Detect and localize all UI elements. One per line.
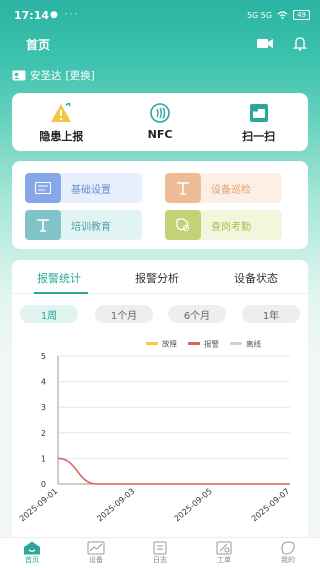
hazard-report-label: 隐患上报 [39, 130, 84, 143]
nav-mine-label: 我的 [281, 556, 295, 564]
nfc-label: NFC [147, 128, 173, 141]
basic-settings-button[interactable]: 基础设置 [25, 173, 142, 203]
legend-swatch-0 [146, 342, 158, 345]
nav-workorder[interactable]: 工单 [192, 538, 256, 568]
notification-icons: ● ··· [50, 10, 80, 20]
workorder-icon [216, 541, 232, 555]
page-title: 首页 [26, 38, 51, 52]
training-button[interactable]: 培训教育 [25, 210, 142, 240]
legend-label-1: 报警 [204, 339, 219, 349]
stats-tabs: 报警统计 报警分析 设备状态 [12, 260, 308, 294]
nav-device[interactable]: 设备 [64, 538, 128, 568]
x-tick-2025-09-05: 2025-09-05 [173, 487, 214, 524]
nav-log-label: 日志 [153, 556, 167, 564]
nav-home[interactable]: 首页 [0, 538, 64, 568]
y-tick-4: 4 [41, 378, 46, 387]
status-bar: 17:14 ● ··· 5G 5G 49 [0, 0, 320, 30]
tab-alarm-stats[interactable]: 报警统计 [37, 270, 81, 286]
user-name: 安圣达 [30, 69, 62, 82]
device-inspection-button[interactable]: 设备巡检 [165, 173, 282, 203]
legend-label-0: 故障 [162, 339, 177, 349]
legend-label-2: 离线 [246, 339, 261, 349]
signal-icon: 5G 5G [246, 10, 273, 20]
x-tick-2025-09-07: 2025-09-07 [250, 487, 291, 524]
switch-user-link[interactable]: [更换] [66, 68, 95, 83]
status-right: 5G 5G 49 [247, 10, 310, 20]
quick-actions: 隐患上报 NFC 扫一扫 [12, 93, 308, 151]
settings-icon [25, 173, 61, 203]
battery-icon: 49 [293, 10, 310, 20]
scan-button[interactable]: 扫一扫 [209, 93, 308, 151]
period-1-month[interactable]: 1个月 [95, 305, 153, 323]
x-tick-2025-09-01: 2025-09-01 [18, 487, 59, 524]
period-6-months[interactable]: 6个月 [168, 305, 226, 323]
period-1-week[interactable]: 1周 [20, 305, 78, 323]
home-icon [24, 541, 40, 555]
user-card-icon [12, 70, 26, 80]
bottom-nav: 首页 设备 日志 工单 我的 [0, 537, 320, 568]
legend-swatch-2 [230, 342, 242, 345]
y-tick-3: 3 [41, 403, 46, 412]
nav-log[interactable]: 日志 [128, 538, 192, 568]
inspection-icon [165, 173, 201, 203]
nav-home-label: 首页 [25, 556, 39, 564]
user-switcher[interactable]: 安圣达 [更换] [12, 66, 95, 84]
nav-mine[interactable]: 我的 [256, 538, 320, 568]
basic-settings-label: 基础设置 [71, 185, 111, 196]
x-tick-2025-09-03: 2025-09-03 [95, 487, 136, 524]
function-grid: 基础设置 设备巡检 培训教育 查岗考勤 [12, 161, 308, 249]
scan-label: 扫一扫 [242, 130, 276, 143]
log-icon [153, 541, 167, 555]
y-tick-5: 5 [41, 352, 46, 361]
training-label: 培训教育 [71, 222, 111, 233]
status-time: 17:14 [14, 9, 50, 22]
app-header: 首页 [0, 30, 320, 58]
nav-device-label: 设备 [89, 556, 103, 564]
statistics-panel: 报警统计 报警分析 设备状态 1周 1个月 6个月 1年 故障 报警 离线 0 1 2 3 4… [12, 260, 308, 540]
nfc-icon [150, 103, 170, 123]
hazard-report-button[interactable]: 隐患上报 [12, 93, 111, 151]
y-tick-1: 1 [41, 454, 46, 463]
alarm-chart: 故障 报警 离线 0 1 2 3 4 5 2025-09-01 2025-09-03 2025-09-… [18, 339, 291, 524]
active-tab-indicator [34, 292, 88, 294]
video-camera-icon[interactable] [257, 38, 273, 49]
bell-icon[interactable] [293, 36, 307, 51]
tab-alarm-analysis[interactable]: 报警分析 [135, 270, 179, 286]
attendance-icon [165, 210, 201, 240]
device-inspection-label: 设备巡检 [211, 185, 251, 196]
nfc-button[interactable]: NFC [111, 93, 210, 151]
legend-swatch-1 [188, 342, 200, 345]
attendance-button[interactable]: 查岗考勤 [165, 210, 282, 240]
tab-device-status[interactable]: 设备状态 [234, 270, 278, 286]
y-tick-2: 2 [41, 429, 46, 438]
training-icon [25, 210, 61, 240]
period-1-year[interactable]: 1年 [242, 305, 300, 323]
wifi-icon [277, 11, 288, 19]
attendance-label: 查岗考勤 [211, 222, 251, 233]
scan-icon [249, 104, 268, 122]
warning-icon [51, 103, 72, 122]
nav-workorder-label: 工单 [217, 556, 231, 564]
series-line-1 [57, 457, 290, 485]
profile-icon [281, 541, 295, 555]
y-tick-0: 0 [41, 480, 46, 489]
device-icon [87, 541, 105, 555]
